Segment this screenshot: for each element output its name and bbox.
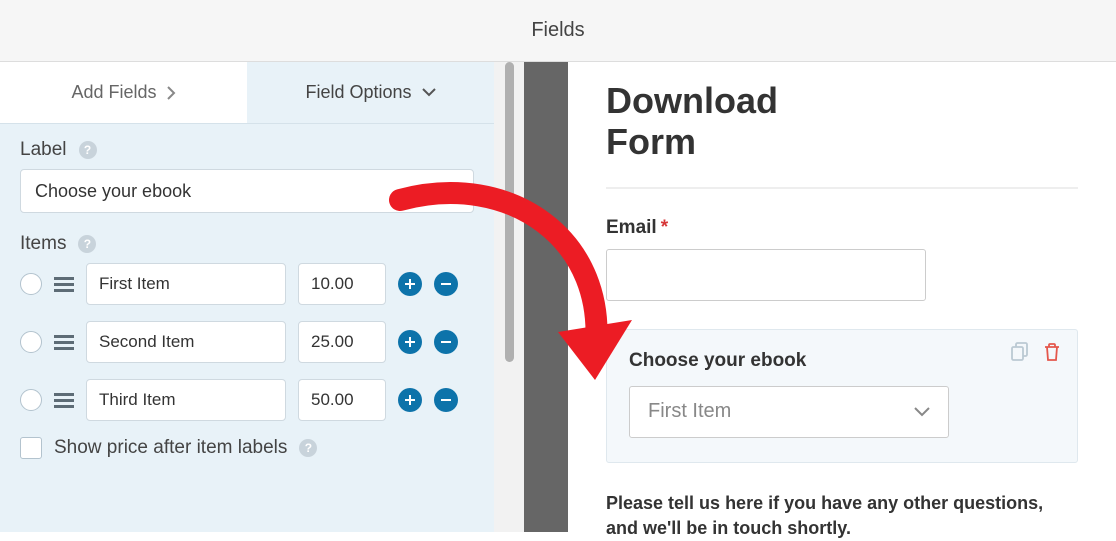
items-section-header: Items ? bbox=[20, 233, 474, 255]
item-name-input[interactable] bbox=[86, 263, 286, 305]
help-icon[interactable]: ? bbox=[299, 439, 317, 457]
radio-default[interactable] bbox=[20, 331, 42, 353]
items-title: Items bbox=[20, 233, 66, 255]
add-item-button[interactable] bbox=[398, 272, 422, 296]
item-price-input[interactable] bbox=[298, 263, 386, 305]
radio-default[interactable] bbox=[20, 389, 42, 411]
item-row bbox=[20, 321, 474, 363]
chevron-down-icon bbox=[422, 88, 436, 97]
chevron-right-icon bbox=[167, 86, 176, 100]
tab-add-fields[interactable]: Add Fields bbox=[0, 62, 247, 123]
item-price-input[interactable] bbox=[298, 321, 386, 363]
scrollbar-thumb[interactable] bbox=[505, 62, 514, 362]
remove-item-button[interactable] bbox=[434, 272, 458, 296]
remove-item-button[interactable] bbox=[434, 388, 458, 412]
form-title: Download Form bbox=[606, 80, 826, 163]
show-price-row: Show price after item labels ? bbox=[20, 437, 474, 459]
label-input[interactable] bbox=[20, 169, 474, 213]
form-divider bbox=[606, 187, 1078, 189]
add-item-button[interactable] bbox=[398, 388, 422, 412]
selected-field-label: Choose your ebook bbox=[629, 350, 1055, 372]
sidebar-tabs: Add Fields Field Options bbox=[0, 62, 494, 124]
tab-field-options[interactable]: Field Options bbox=[247, 62, 494, 123]
form-preview: Download Form Email* Choose your ebook F… bbox=[568, 62, 1116, 532]
item-row bbox=[20, 379, 474, 421]
footer-text: Please tell us here if you have any othe… bbox=[606, 491, 1078, 541]
top-bar-title: Fields bbox=[531, 19, 584, 42]
tab-label: Add Fields bbox=[71, 82, 156, 103]
radio-default[interactable] bbox=[20, 273, 42, 295]
show-price-label: Show price after item labels bbox=[54, 437, 287, 459]
required-indicator: * bbox=[661, 217, 668, 238]
item-price-input[interactable] bbox=[298, 379, 386, 421]
sidebar: Add Fields Field Options Label ? Items ? bbox=[0, 62, 494, 532]
item-name-input[interactable] bbox=[86, 321, 286, 363]
add-item-button[interactable] bbox=[398, 330, 422, 354]
scrollbar-gutter bbox=[494, 62, 524, 532]
field-actions bbox=[1011, 342, 1061, 362]
chevron-down-icon bbox=[914, 407, 930, 417]
select-value: First Item bbox=[648, 400, 731, 423]
main-container: Add Fields Field Options Label ? Items ? bbox=[0, 62, 1116, 532]
ebook-select[interactable]: First Item bbox=[629, 386, 949, 438]
item-name-input[interactable] bbox=[86, 379, 286, 421]
tab-label: Field Options bbox=[305, 82, 411, 103]
item-row bbox=[20, 263, 474, 305]
drag-handle-icon[interactable] bbox=[54, 274, 74, 294]
remove-item-button[interactable] bbox=[434, 330, 458, 354]
drag-handle-icon[interactable] bbox=[54, 390, 74, 410]
drag-handle-icon[interactable] bbox=[54, 332, 74, 352]
email-input[interactable] bbox=[606, 249, 926, 301]
show-price-checkbox[interactable] bbox=[20, 437, 42, 459]
items-list bbox=[20, 263, 474, 421]
trash-icon[interactable] bbox=[1043, 342, 1061, 362]
top-bar: Fields bbox=[0, 0, 1116, 62]
selected-field-wrapper[interactable]: Choose your ebook First Item bbox=[606, 329, 1078, 463]
sidebar-content: Label ? Items ? bbox=[0, 124, 494, 474]
duplicate-icon[interactable] bbox=[1011, 342, 1031, 362]
label-title: Label bbox=[20, 139, 67, 161]
help-icon[interactable]: ? bbox=[79, 141, 97, 159]
label-section-header: Label ? bbox=[20, 139, 474, 161]
preview-frame-edge bbox=[524, 62, 568, 532]
email-label: Email* bbox=[606, 217, 1078, 239]
help-icon[interactable]: ? bbox=[78, 235, 96, 253]
